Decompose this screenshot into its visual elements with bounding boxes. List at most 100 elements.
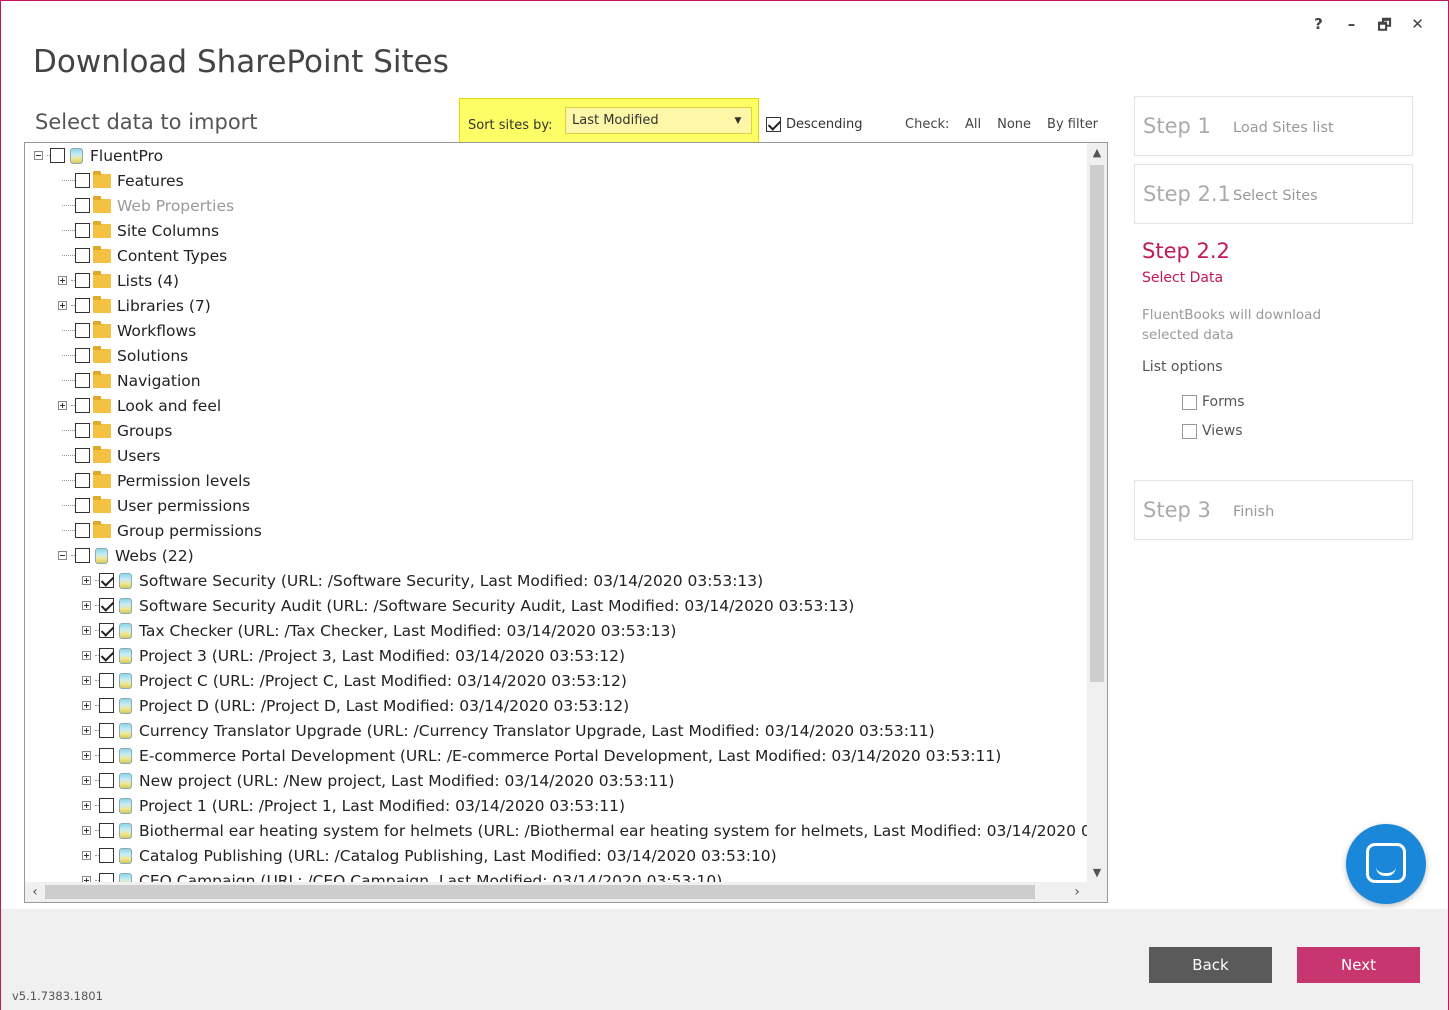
expand-icon[interactable] (82, 626, 91, 635)
expand-icon[interactable] (82, 776, 91, 785)
horizontal-scroll-thumb[interactable] (45, 885, 1035, 899)
tree-item[interactable]: Site Columns (58, 218, 219, 243)
step-3[interactable]: Step 3 Finish (1134, 480, 1413, 540)
web-row[interactable]: Tax Checker (URL: /Tax Checker, Last Mod… (82, 618, 676, 643)
tree-checkbox[interactable] (75, 448, 90, 463)
web-row[interactable]: Biothermal ear heating system for helmet… (82, 818, 1087, 843)
tree-checkbox[interactable] (50, 148, 65, 163)
tree-item[interactable]: Libraries (7) (58, 293, 211, 318)
vertical-scroll-thumb[interactable] (1090, 165, 1104, 682)
web-row[interactable]: CEO Campaign (URL: /CEO Campaign, Last M… (82, 868, 722, 883)
tree-item[interactable]: Look and feel (58, 393, 221, 418)
descending-toggle[interactable]: Descending (766, 117, 863, 132)
sort-select[interactable]: Last Modified ▼ (565, 107, 752, 134)
web-checkbox[interactable] (99, 798, 114, 813)
expand-icon[interactable] (82, 826, 91, 835)
tree-item[interactable]: Permission levels (58, 468, 250, 493)
tree-checkbox[interactable] (75, 548, 90, 563)
web-checkbox[interactable] (99, 848, 114, 863)
tree-item[interactable]: Solutions (58, 343, 188, 368)
web-checkbox[interactable] (99, 723, 114, 738)
tree-item[interactable]: Users (58, 443, 160, 468)
web-checkbox[interactable] (99, 598, 114, 613)
views-checkbox[interactable] (1182, 423, 1197, 439)
forms-option[interactable]: Forms (1182, 394, 1245, 410)
tree-root[interactable]: FluentPro (34, 143, 163, 168)
tree-item[interactable]: Features (58, 168, 184, 193)
expand-icon[interactable] (82, 676, 91, 685)
tree-checkbox[interactable] (75, 298, 90, 313)
expand-icon[interactable] (82, 576, 91, 585)
tree-item[interactable]: Web Properties (58, 193, 234, 218)
expand-icon[interactable] (82, 851, 91, 860)
web-checkbox[interactable] (99, 823, 114, 838)
chat-button[interactable] (1346, 824, 1426, 904)
expand-icon[interactable] (82, 601, 91, 610)
tree-checkbox[interactable] (75, 348, 90, 363)
tree-item[interactable]: Lists (4) (58, 268, 179, 293)
descending-checkbox[interactable] (766, 117, 781, 132)
step-2-1[interactable]: Step 2.1 Select Sites (1134, 164, 1413, 224)
web-checkbox[interactable] (99, 773, 114, 788)
web-checkbox[interactable] (99, 698, 114, 713)
expand-icon[interactable] (82, 751, 91, 760)
scroll-right-icon[interactable]: › (1067, 882, 1087, 902)
web-row[interactable]: E-commerce Portal Development (URL: /E-c… (82, 743, 1001, 768)
back-button[interactable]: Back (1149, 947, 1272, 983)
scroll-left-icon[interactable]: ‹ (25, 882, 45, 902)
tree-checkbox[interactable] (75, 498, 90, 513)
expand-icon[interactable] (58, 276, 67, 285)
web-row[interactable]: Currency Translator Upgrade (URL: /Curre… (82, 718, 935, 743)
web-checkbox[interactable] (99, 648, 114, 663)
web-row[interactable]: Project 1 (URL: /Project 1, Last Modifie… (82, 793, 625, 818)
web-row[interactable]: Project C (URL: /Project C, Last Modifie… (82, 668, 627, 693)
expand-icon[interactable] (82, 801, 91, 810)
tree-checkbox[interactable] (75, 173, 90, 188)
horizontal-scrollbar[interactable]: ‹ › (25, 882, 1107, 902)
web-checkbox[interactable] (99, 573, 114, 588)
tree-checkbox[interactable] (75, 223, 90, 238)
tree-item[interactable]: Workflows (58, 318, 196, 343)
web-row[interactable]: Software Security Audit (URL: /Software … (82, 593, 854, 618)
tree-checkbox[interactable] (75, 248, 90, 263)
step-1[interactable]: Step 1 Load Sites list (1134, 96, 1413, 156)
tree-item[interactable]: Content Types (58, 243, 227, 268)
expand-icon[interactable] (58, 301, 67, 310)
tree-item[interactable]: User permissions (58, 493, 250, 518)
expand-icon[interactable] (82, 701, 91, 710)
scroll-up-icon[interactable]: ▲ (1087, 143, 1107, 163)
tree-checkbox[interactable] (75, 273, 90, 288)
dropdown-arrow-icon[interactable]: ▼ (729, 112, 747, 130)
tree-item[interactable]: Navigation (58, 368, 201, 393)
views-option[interactable]: Views (1182, 423, 1243, 439)
tree-checkbox[interactable] (75, 398, 90, 413)
web-row[interactable]: Project 3 (URL: /Project 3, Last Modifie… (82, 643, 625, 668)
tree-checkbox[interactable] (75, 323, 90, 338)
check-none-link[interactable]: None (997, 117, 1031, 132)
forms-checkbox[interactable] (1182, 394, 1197, 410)
expand-icon[interactable] (82, 726, 91, 735)
web-row[interactable]: New project (URL: /New project, Last Mod… (82, 768, 674, 793)
tree-checkbox[interactable] (75, 373, 90, 388)
web-row[interactable]: Catalog Publishing (URL: /Catalog Publis… (82, 843, 777, 868)
collapse-icon[interactable] (34, 151, 43, 160)
help-icon[interactable]: ? (1302, 15, 1335, 40)
restore-icon[interactable]: 🗗 (1368, 15, 1401, 40)
check-all-link[interactable]: All (965, 117, 981, 132)
web-row[interactable]: Software Security (URL: /Software Securi… (82, 568, 763, 593)
close-icon[interactable]: ✕ (1401, 15, 1434, 40)
tree-checkbox[interactable] (75, 198, 90, 213)
minimize-icon[interactable]: – (1335, 15, 1368, 40)
expand-icon[interactable] (58, 401, 67, 410)
tree-checkbox[interactable] (75, 473, 90, 488)
next-button[interactable]: Next (1297, 947, 1420, 983)
tree-item-webs[interactable]: Webs (22) (58, 543, 194, 568)
tree-checkbox[interactable] (75, 423, 90, 438)
tree-item[interactable]: Group permissions (58, 518, 262, 543)
collapse-icon[interactable] (58, 551, 67, 560)
web-row[interactable]: Project D (URL: /Project D, Last Modifie… (82, 693, 629, 718)
expand-icon[interactable] (82, 651, 91, 660)
web-checkbox[interactable] (99, 623, 114, 638)
check-by-filter-link[interactable]: By filter (1047, 117, 1098, 132)
vertical-scrollbar[interactable]: ▲ ▼ (1087, 143, 1107, 883)
